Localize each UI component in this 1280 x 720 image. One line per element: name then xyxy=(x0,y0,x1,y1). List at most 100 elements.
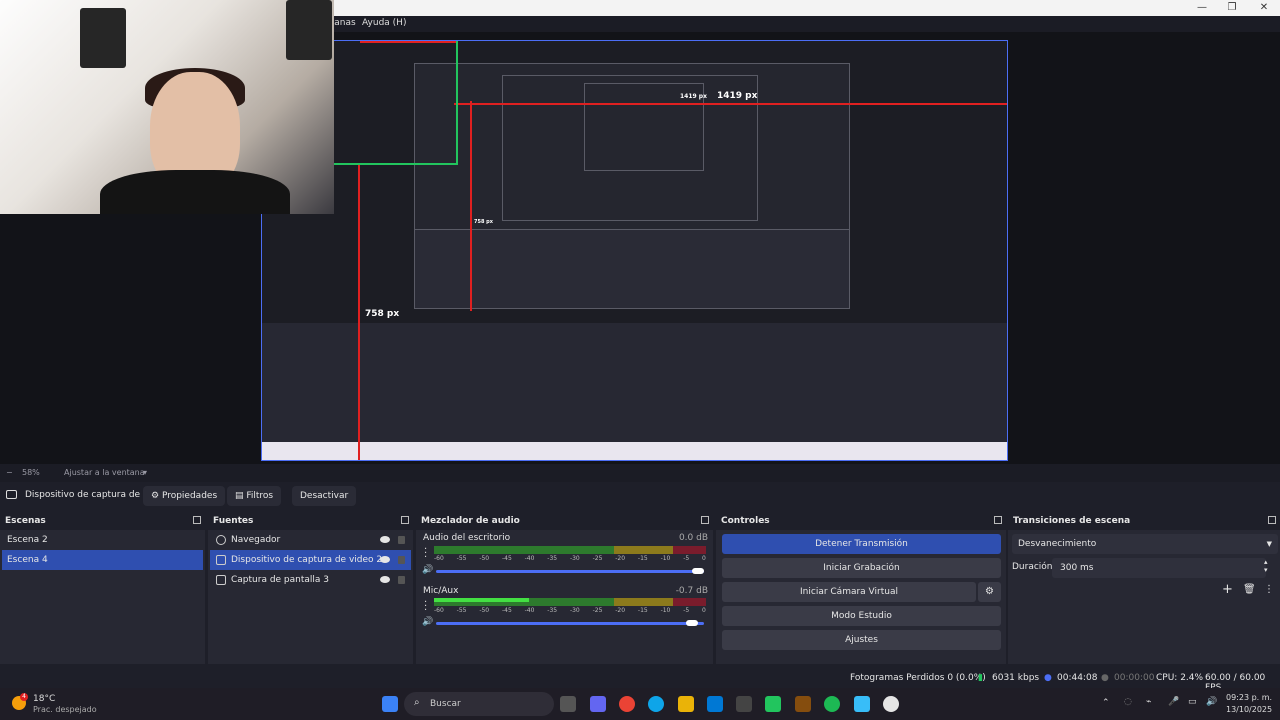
volume-slider[interactable] xyxy=(436,620,704,626)
start-recording-button[interactable]: Iniciar Grabación xyxy=(722,558,1001,578)
chevron-down-icon: ▼ xyxy=(1266,540,1272,548)
menu-item-help[interactable]: Ayuda (H) xyxy=(362,18,406,28)
zoom-level: 58% xyxy=(22,468,40,477)
file-explorer-icon[interactable] xyxy=(678,696,694,712)
undock-icon[interactable] xyxy=(1268,516,1276,524)
eye-icon[interactable] xyxy=(380,556,390,563)
minimize-button[interactable]: — xyxy=(1186,0,1218,15)
gear-icon: ⚙ xyxy=(151,491,162,501)
meter-ticks: -60 -55 -50 -45 -40 -35 -30 -25 -20 -15 -10 -5 0 xyxy=(434,607,706,614)
lock-icon[interactable] xyxy=(398,536,405,544)
undock-icon[interactable] xyxy=(401,516,409,524)
more-icon[interactable]: · · · xyxy=(424,598,427,616)
lock-icon[interactable] xyxy=(398,576,405,584)
volume-knob[interactable] xyxy=(692,568,704,574)
webcam-feed xyxy=(0,0,334,214)
outlook-icon[interactable] xyxy=(707,696,723,712)
trash-icon[interactable]: 🗑 xyxy=(1243,584,1256,595)
volume-meter xyxy=(434,598,706,606)
zoom-out-button[interactable]: − xyxy=(6,468,13,477)
copilot-icon[interactable] xyxy=(590,696,606,712)
volume-icon[interactable]: 🔊 xyxy=(1206,697,1217,707)
eye-icon[interactable] xyxy=(380,536,390,543)
windows-start-icon[interactable] xyxy=(382,696,398,712)
monitor-icon xyxy=(216,575,226,585)
height-label: 758 px xyxy=(365,309,400,319)
properties-label: Propiedades xyxy=(161,491,218,501)
spin-arrows[interactable]: ▴ ▾ xyxy=(1264,558,1268,574)
controls-title: Controles xyxy=(716,512,1006,530)
kick-icon[interactable] xyxy=(765,696,781,712)
bitrate: 6031 kbps xyxy=(992,673,1040,683)
taskbar-search[interactable]: ⌕ Buscar xyxy=(404,692,554,716)
width-label: 1419 px xyxy=(717,91,758,101)
channel-db: -0.7 dB xyxy=(675,586,708,596)
audio-mixer-dock: Mezclador de audio Audio del escritorio … xyxy=(416,512,713,664)
nested-docks xyxy=(414,229,850,309)
maximize-button[interactable]: ❐ xyxy=(1216,0,1248,15)
stop-streaming-button[interactable]: Detener Transmisión xyxy=(722,534,1001,554)
undock-icon[interactable] xyxy=(193,516,201,524)
speaker-icon[interactable]: 🔊 xyxy=(422,565,433,575)
undock-icon[interactable] xyxy=(994,516,1002,524)
task-view-icon[interactable] xyxy=(560,696,576,712)
virtual-camera-settings-button[interactable]: ⚙ xyxy=(978,582,1001,602)
clock-date[interactable]: 13/10/2025 xyxy=(1226,705,1272,714)
deactivate-button[interactable]: Desactivar xyxy=(292,486,357,506)
cpu-usage: CPU: 2.4% xyxy=(1156,673,1204,683)
record-time: 00:00:00 xyxy=(1114,673,1155,683)
transition-select[interactable]: Desvanecimiento ▼ xyxy=(1012,534,1278,554)
more-icon[interactable]: ⋮ xyxy=(1264,584,1274,595)
close-button[interactable]: ✕ xyxy=(1248,0,1280,15)
chevron-up-icon[interactable]: ⌃ xyxy=(1102,698,1110,708)
chrome-icon[interactable] xyxy=(619,696,635,712)
start-virtual-camera-button[interactable]: Iniciar Cámara Virtual xyxy=(722,582,976,602)
selection-right xyxy=(456,41,458,165)
add-icon[interactable]: + xyxy=(1222,582,1233,597)
edge-icon[interactable] xyxy=(648,696,664,712)
duration-value: 300 ms xyxy=(1060,563,1094,573)
source-item[interactable]: Navegador xyxy=(210,530,411,550)
more-icon[interactable]: · · · xyxy=(424,545,427,563)
source-item-selected[interactable]: Dispositivo de captura de video 2 xyxy=(210,550,411,570)
nested-taskbar xyxy=(262,442,1007,460)
transitions-dock: Transiciones de escena Desvanecimiento ▼… xyxy=(1008,512,1280,664)
network-icon[interactable]: ⌁ xyxy=(1146,697,1151,707)
source-label: Navegador xyxy=(231,535,281,545)
program-preview[interactable]: 1419 px 758 px 1419 px 758 px xyxy=(261,40,1008,461)
spotify-icon[interactable] xyxy=(824,696,840,712)
properties-button[interactable]: ⚙ Propiedades xyxy=(143,486,226,506)
app-f-icon[interactable] xyxy=(854,696,870,712)
volume-slider[interactable] xyxy=(436,568,704,574)
fit-window-button[interactable]: Ajustar a la ventana xyxy=(64,468,145,477)
person-body xyxy=(100,170,290,214)
studio-mode-button[interactable]: Modo Estudio xyxy=(722,606,1001,626)
display-icon[interactable]: ▭ xyxy=(1188,697,1197,707)
record-icon: ● xyxy=(1101,673,1109,683)
filters-button[interactable]: ▤ Filtros xyxy=(227,486,282,506)
minecraft-icon[interactable] xyxy=(795,696,811,712)
scenes-dock: Escenas Escena 2 Escena 4 xyxy=(0,512,205,664)
duration-spinbox[interactable]: 300 ms xyxy=(1052,558,1266,578)
obs-icon[interactable] xyxy=(883,696,899,712)
clock-time[interactable]: 09:23 p. m. xyxy=(1226,693,1272,702)
mixer-title-text: Mezclador de audio xyxy=(421,516,520,526)
app-shield-icon[interactable] xyxy=(736,696,752,712)
source-item[interactable]: Captura de pantalla 3 xyxy=(210,570,411,590)
microphone-icon[interactable]: 🎤 xyxy=(1168,697,1179,707)
eye-icon[interactable] xyxy=(380,576,390,583)
chevron-down-icon[interactable]: ▾ xyxy=(143,468,147,477)
speaker-icon[interactable]: 🔊 xyxy=(422,617,433,627)
tray-icon[interactable]: ◌ xyxy=(1124,697,1132,707)
duration-label: Duración xyxy=(1012,562,1053,572)
lock-icon[interactable] xyxy=(398,556,405,564)
undock-icon[interactable] xyxy=(701,516,709,524)
scenes-title-text: Escenas xyxy=(5,516,46,526)
settings-button[interactable]: Ajustes xyxy=(722,630,1001,650)
scene-item[interactable]: Escena 2 xyxy=(2,530,203,550)
scene-item-selected[interactable]: Escena 4 xyxy=(2,550,203,570)
guide-horizontal xyxy=(454,103,1007,105)
camera-icon xyxy=(6,490,17,499)
volume-knob[interactable] xyxy=(686,620,698,626)
signal-icon: ▮ xyxy=(978,673,983,683)
